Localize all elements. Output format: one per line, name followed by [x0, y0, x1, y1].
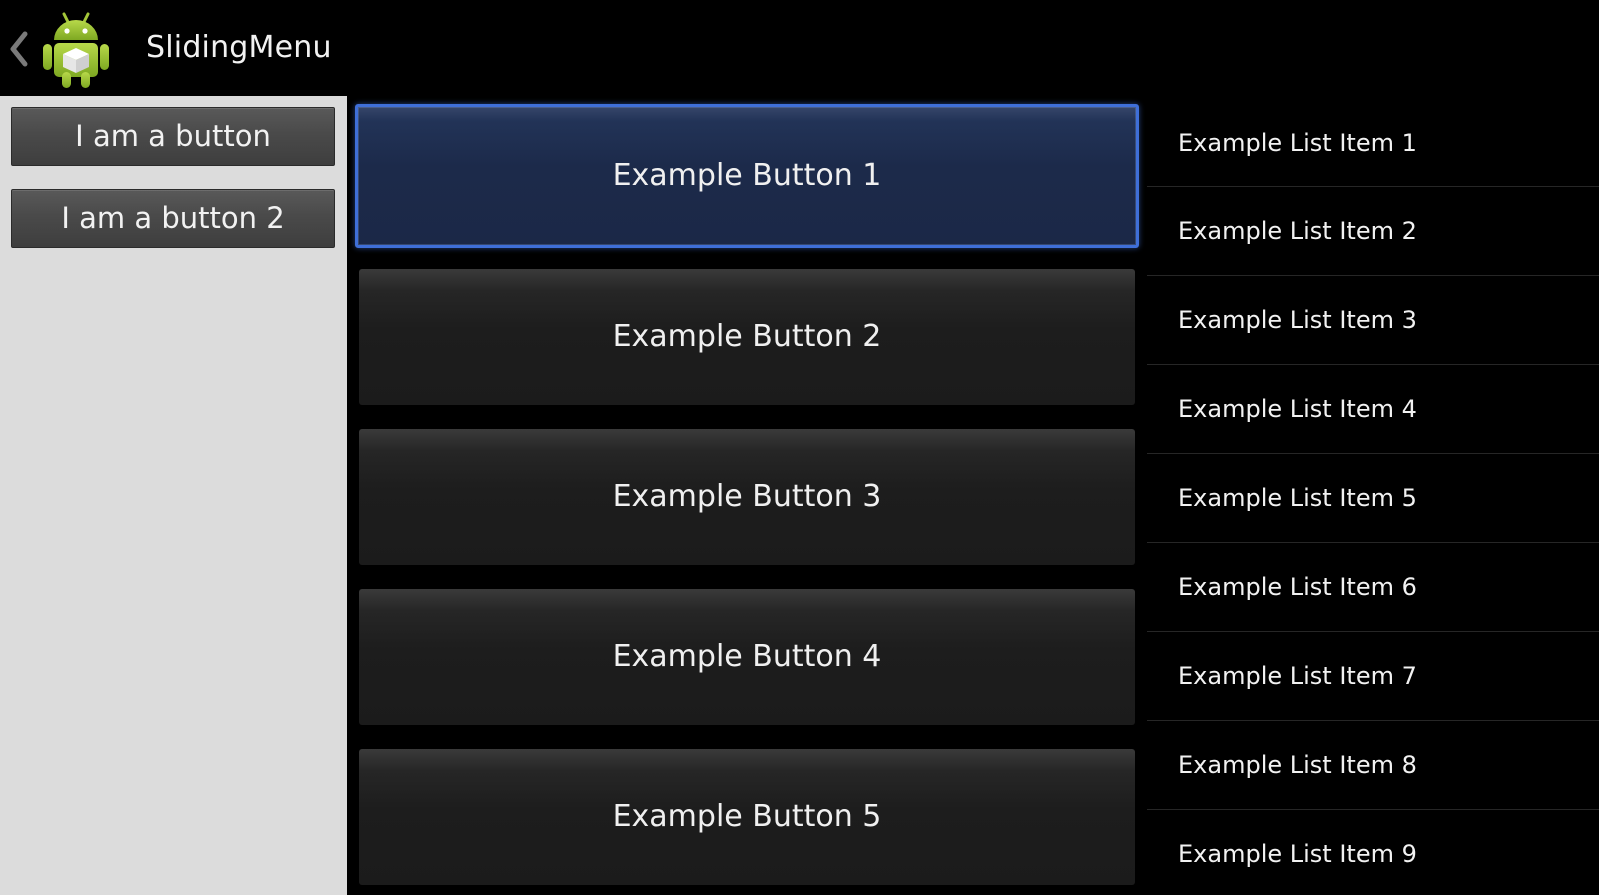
android-robot-icon[interactable] — [40, 6, 112, 90]
list-item-2[interactable]: Example List Item 2 — [1147, 187, 1599, 276]
list-item-1[interactable]: Example List Item 1 — [1147, 96, 1599, 187]
example-button-3[interactable]: Example Button 3 — [359, 429, 1135, 565]
example-button-4[interactable]: Example Button 4 — [359, 589, 1135, 725]
example-list: Example List Item 1 Example List Item 2 … — [1147, 96, 1599, 895]
list-item-3[interactable]: Example List Item 3 — [1147, 276, 1599, 365]
list-item-4[interactable]: Example List Item 4 — [1147, 365, 1599, 454]
sliding-menu: I am a button I am a button 2 — [0, 96, 347, 895]
list-item-7[interactable]: Example List Item 7 — [1147, 632, 1599, 721]
main-content: Example Button 1 Example Button 2 Exampl… — [347, 96, 1147, 895]
example-button-2[interactable]: Example Button 2 — [359, 269, 1135, 405]
app-title: SlidingMenu — [146, 30, 332, 65]
menu-button-2[interactable]: I am a button 2 — [11, 189, 335, 248]
list-item-5[interactable]: Example List Item 5 — [1147, 454, 1599, 543]
example-button-1[interactable]: Example Button 1 — [355, 104, 1139, 248]
menu-button-1[interactable]: I am a button — [11, 107, 335, 166]
screen: SlidingMenu I am a button I am a button … — [0, 0, 1599, 895]
action-bar: SlidingMenu — [0, 0, 1599, 96]
list-item-9[interactable]: Example List Item 9 — [1147, 810, 1599, 895]
list-item-6[interactable]: Example List Item 6 — [1147, 543, 1599, 632]
example-button-5[interactable]: Example Button 5 — [359, 749, 1135, 885]
chevron-left-icon[interactable] — [8, 30, 30, 68]
list-item-8[interactable]: Example List Item 8 — [1147, 721, 1599, 810]
